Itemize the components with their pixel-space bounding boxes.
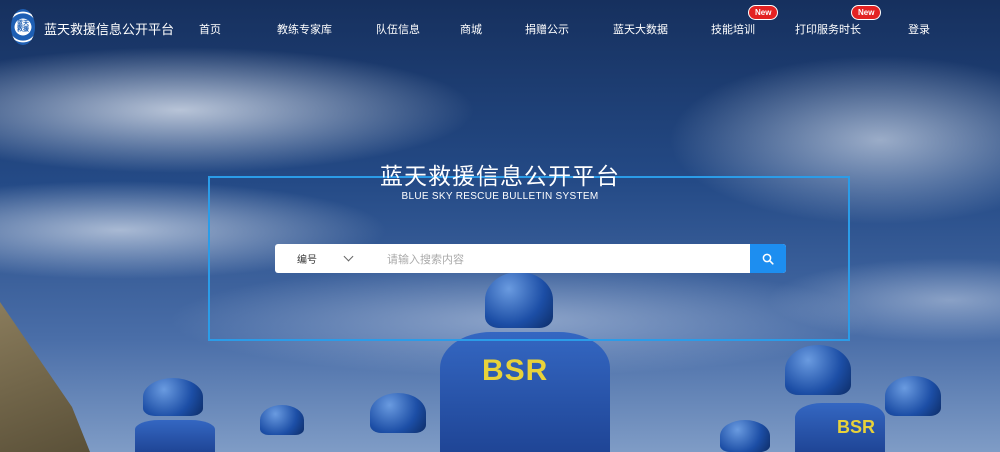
nav-donation-disclosure[interactable]: 捐赠公示 — [525, 21, 569, 37]
nav-team-info[interactable]: 队伍信息 — [376, 21, 420, 37]
new-badge-print-service: New — [851, 5, 882, 20]
nav-login[interactable]: 登录 — [908, 21, 930, 37]
hero-title: 蓝天救援信息公开平台 — [380, 163, 620, 189]
chevron-down-icon — [343, 251, 354, 262]
rescuer-left-1 — [135, 378, 215, 452]
hero-subtitle: BLUE SKY RESCUE BULLETIN SYSTEM — [401, 191, 599, 202]
site-title[interactable]: 蓝天救援信息公开平台 — [44, 19, 174, 38]
search-icon — [762, 253, 774, 265]
nav-blue-sky-big-data[interactable]: 蓝天大数据 — [613, 21, 668, 37]
new-badge-skill-training: New — [748, 5, 779, 20]
nav-home[interactable]: 首页 — [199, 21, 221, 37]
top-navbar: 蓝天救援 蓝天救援信息公开平台 首页 教练专家库 队伍信息 商城 捐赠公示 蓝天… — [0, 0, 1000, 56]
rescuer-right-2: BSR — [775, 345, 885, 452]
nav-mall[interactable]: 商城 — [460, 21, 482, 37]
search-bar: 编号 — [275, 244, 786, 273]
search-type-value: 编号 — [297, 255, 317, 266]
search-type-select[interactable]: 编号 — [275, 244, 367, 273]
nav-coach-expert-library[interactable]: 教练专家库 — [277, 21, 332, 37]
search-button[interactable] — [750, 244, 786, 273]
vest-text-right: BSR — [837, 417, 876, 437]
rescuer-right-3 — [885, 376, 950, 452]
rescuer-left-3 — [365, 393, 435, 452]
rescuer-left-2 — [255, 405, 310, 452]
search-input[interactable] — [385, 244, 749, 273]
vest-text: BSR — [482, 354, 549, 387]
site-logo[interactable]: 蓝天救援 — [11, 9, 35, 45]
nav-skill-training[interactable]: 技能培训 — [711, 21, 755, 37]
nav-print-service-hours[interactable]: 打印服务时长 — [795, 21, 861, 37]
rescuer-right-1 — [720, 420, 780, 452]
logo-text: 蓝天救援 — [16, 21, 29, 33]
